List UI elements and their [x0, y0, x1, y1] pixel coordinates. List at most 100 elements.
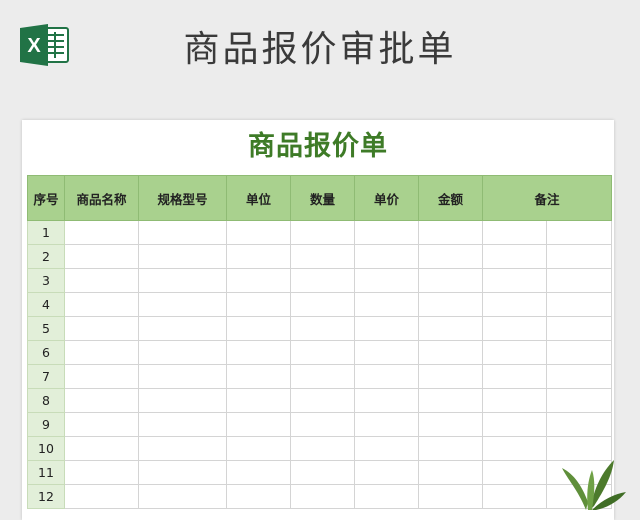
- header-spec-model[interactable]: 规格型号: [138, 175, 227, 221]
- grid-cell[interactable]: [226, 244, 291, 269]
- grid-cell[interactable]: [64, 412, 139, 437]
- row-number-cell[interactable]: 6: [27, 340, 65, 365]
- grid-cell[interactable]: [226, 484, 291, 509]
- row-number-cell[interactable]: 8: [27, 388, 65, 413]
- grid-cell[interactable]: [482, 220, 547, 245]
- grid-cell[interactable]: [482, 412, 547, 437]
- row-number-cell[interactable]: 10: [27, 436, 65, 461]
- grid-cell[interactable]: [226, 340, 291, 365]
- grid-cell[interactable]: [138, 364, 227, 389]
- grid-cell[interactable]: [418, 460, 483, 485]
- header-unit-price[interactable]: 单价: [354, 175, 419, 221]
- grid-cell[interactable]: [545, 340, 613, 365]
- grid-cell[interactable]: [290, 364, 355, 389]
- grid-cell[interactable]: [545, 220, 613, 245]
- grid-cell[interactable]: [354, 364, 419, 389]
- grid-cell[interactable]: [354, 244, 419, 269]
- grid-cell[interactable]: [545, 268, 613, 293]
- grid-cell[interactable]: [418, 484, 483, 509]
- grid-cell[interactable]: [64, 436, 139, 461]
- grid-cell[interactable]: [482, 460, 547, 485]
- grid-cell[interactable]: [354, 220, 419, 245]
- grid-cell[interactable]: [138, 484, 227, 509]
- grid-cell[interactable]: [290, 340, 355, 365]
- grid-cell[interactable]: [138, 412, 227, 437]
- grid-cell[interactable]: [226, 364, 291, 389]
- grid-cell[interactable]: [138, 244, 227, 269]
- grid-cell[interactable]: [354, 316, 419, 341]
- grid-cell[interactable]: [482, 316, 547, 341]
- grid-cell[interactable]: [138, 268, 227, 293]
- grid-cell[interactable]: [290, 220, 355, 245]
- grid-cell[interactable]: [64, 316, 139, 341]
- grid-cell[interactable]: [418, 364, 483, 389]
- grid-cell[interactable]: [354, 436, 419, 461]
- grid-cell[interactable]: [354, 388, 419, 413]
- row-number-cell[interactable]: 1: [27, 220, 65, 245]
- grid-cell[interactable]: [226, 268, 291, 293]
- header-unit[interactable]: 单位: [226, 175, 291, 221]
- header-quantity[interactable]: 数量: [290, 175, 355, 221]
- grid-cell[interactable]: [545, 292, 613, 317]
- grid-cell[interactable]: [138, 220, 227, 245]
- grid-cell[interactable]: [64, 460, 139, 485]
- grid-cell[interactable]: [138, 292, 227, 317]
- grid-cell[interactable]: [64, 340, 139, 365]
- grid-cell[interactable]: [545, 316, 613, 341]
- grid-cell[interactable]: [226, 292, 291, 317]
- grid-cell[interactable]: [418, 316, 483, 341]
- grid-cell[interactable]: [64, 388, 139, 413]
- header-product-name[interactable]: 商品名称: [64, 175, 139, 221]
- grid-cell[interactable]: [290, 316, 355, 341]
- grid-cell[interactable]: [226, 436, 291, 461]
- grid-cell[interactable]: [354, 412, 419, 437]
- grid-cell[interactable]: [354, 484, 419, 509]
- grid-cell[interactable]: [290, 412, 355, 437]
- grid-cell[interactable]: [138, 436, 227, 461]
- grid-cell[interactable]: [64, 220, 139, 245]
- grid-cell[interactable]: [226, 316, 291, 341]
- grid-cell[interactable]: [64, 268, 139, 293]
- header-seq[interactable]: 序号: [27, 175, 65, 221]
- grid-cell[interactable]: [138, 388, 227, 413]
- grid-cell[interactable]: [354, 292, 419, 317]
- grid-cell[interactable]: [482, 364, 547, 389]
- row-number-cell[interactable]: 7: [27, 364, 65, 389]
- row-number-cell[interactable]: 11: [27, 460, 65, 485]
- grid-cell[interactable]: [418, 220, 483, 245]
- grid-cell[interactable]: [482, 484, 547, 509]
- row-number-cell[interactable]: 2: [27, 244, 65, 269]
- grid-cell[interactable]: [64, 364, 139, 389]
- row-number-cell[interactable]: 4: [27, 292, 65, 317]
- grid-cell[interactable]: [64, 244, 139, 269]
- row-number-cell[interactable]: 3: [27, 268, 65, 293]
- grid-cell[interactable]: [545, 244, 613, 269]
- grid-cell[interactable]: [354, 340, 419, 365]
- row-number-cell[interactable]: 9: [27, 412, 65, 437]
- grid-cell[interactable]: [418, 436, 483, 461]
- grid-cell[interactable]: [290, 268, 355, 293]
- grid-cell[interactable]: [418, 244, 483, 269]
- grid-cell[interactable]: [226, 460, 291, 485]
- grid-cell[interactable]: [226, 388, 291, 413]
- grid-cell[interactable]: [290, 244, 355, 269]
- grid-cell[interactable]: [482, 436, 547, 461]
- grid-cell[interactable]: [545, 364, 613, 389]
- grid-cell[interactable]: [64, 484, 139, 509]
- grid-cell[interactable]: [482, 292, 547, 317]
- grid-cell[interactable]: [290, 436, 355, 461]
- grid-cell[interactable]: [138, 316, 227, 341]
- grid-cell[interactable]: [482, 268, 547, 293]
- grid-cell[interactable]: [290, 484, 355, 509]
- grid-cell[interactable]: [545, 412, 613, 437]
- grid-cell[interactable]: [226, 412, 291, 437]
- grid-cell[interactable]: [138, 340, 227, 365]
- grid-cell[interactable]: [418, 292, 483, 317]
- grid-cell[interactable]: [482, 388, 547, 413]
- grid-cell[interactable]: [64, 292, 139, 317]
- grid-cell[interactable]: [418, 340, 483, 365]
- grid-cell[interactable]: [290, 292, 355, 317]
- grid-cell[interactable]: [290, 388, 355, 413]
- header-amount[interactable]: 金额: [418, 175, 483, 221]
- grid-cell[interactable]: [226, 220, 291, 245]
